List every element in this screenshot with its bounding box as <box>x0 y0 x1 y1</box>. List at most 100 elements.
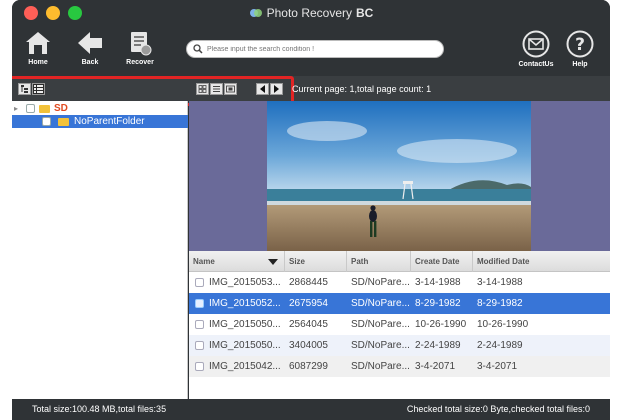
home-label: Home <box>28 59 48 66</box>
contact-us-button[interactable]: ContactUs <box>514 30 558 68</box>
recover-label: Recover <box>126 59 154 66</box>
column-path-label: Path <box>351 257 369 266</box>
page-info: Current page: 1,total page count: 1 <box>292 84 432 94</box>
grid-icon <box>198 85 207 93</box>
cell-modified: 8-29-1982 <box>477 298 523 309</box>
column-modified-date-label: Modified Date <box>477 257 530 266</box>
row-checkbox[interactable] <box>195 341 204 350</box>
cell-created: 3-14-1988 <box>415 277 461 288</box>
tree-node-child[interactable]: NoParentFolder <box>12 115 188 128</box>
toolbar: Home Back Recover Please input the searc… <box>12 26 610 76</box>
cell-modified: 2-24-1989 <box>477 340 523 351</box>
collapse-arrow-icon[interactable]: ▸ <box>14 102 18 115</box>
cell-created: 3-4-2071 <box>415 361 456 372</box>
row-checkbox[interactable] <box>195 320 204 329</box>
back-label: Back <box>81 59 99 66</box>
recover-icon <box>131 32 152 56</box>
column-name-label: Name <box>193 257 215 266</box>
tree-node-root[interactable]: ▸ SD <box>12 102 188 115</box>
child-label: NoParentFolder <box>74 116 145 127</box>
cell-modified: 3-4-2071 <box>477 361 518 372</box>
view-bar: Current page: 1,total page count: 1 <box>12 76 610 106</box>
cell-name: IMG_2015042... <box>209 361 281 372</box>
table-row[interactable]: IMG_2015050... 3404005 SD/NoPare... 2-24… <box>189 335 610 356</box>
cell-path: SD/NoPare... <box>351 298 410 309</box>
mail-icon <box>522 30 550 58</box>
tree-view-toggle-group <box>18 83 46 95</box>
cell-path: SD/NoPare... <box>351 340 410 351</box>
list-mode-button[interactable] <box>210 83 223 95</box>
app-logo-icon <box>249 9 262 17</box>
cell-created: 10-26-1990 <box>415 319 467 330</box>
row-checkbox[interactable] <box>195 362 204 371</box>
root-label: SD <box>54 103 68 114</box>
details-list-icon <box>213 86 220 92</box>
prev-arrow-icon <box>260 85 265 93</box>
status-bar: Total size:100.48 MB,total files:35 Chec… <box>12 399 610 420</box>
preview-mode-button[interactable] <box>224 83 237 95</box>
recover-button[interactable]: Recover <box>120 30 160 66</box>
root-checkbox[interactable] <box>26 104 35 113</box>
cell-size: 2564045 <box>289 319 328 330</box>
tree-view-button[interactable] <box>18 83 31 95</box>
cell-size: 6087299 <box>289 361 328 372</box>
table-row-selected[interactable]: IMG_2015052... 2675954 SD/NoPare... 8-29… <box>189 293 610 314</box>
display-mode-group <box>196 83 238 95</box>
folder-icon <box>58 118 69 126</box>
cell-modified: 10-26-1990 <box>477 319 529 330</box>
page-nav <box>256 83 284 95</box>
column-modified-date[interactable]: Modified Date <box>473 251 610 272</box>
preview-icon <box>226 85 235 93</box>
column-path[interactable]: Path <box>347 251 411 272</box>
cell-modified: 3-14-1988 <box>477 277 523 288</box>
cell-name: IMG_2015053... <box>209 277 281 288</box>
back-button[interactable]: Back <box>70 30 110 66</box>
contact-us-label: ContactUs <box>518 61 554 68</box>
cell-size: 2675954 <box>289 298 328 309</box>
beach-photo <box>267 101 531 251</box>
preview-pane <box>189 101 610 251</box>
file-table: Name Size Path Create Date Modified Date… <box>189 251 610 399</box>
status-checked: Checked total size:0 Byte,checked total … <box>406 404 590 414</box>
column-size[interactable]: Size <box>285 251 347 272</box>
grid-mode-button[interactable] <box>196 83 209 95</box>
search-icon <box>193 44 203 54</box>
help-button[interactable]: ? Help <box>560 30 600 68</box>
cell-name: IMG_2015050... <box>209 340 281 351</box>
cell-size: 3404005 <box>289 340 328 351</box>
tree-view-icon <box>21 85 28 93</box>
search-input[interactable] <box>207 43 437 55</box>
help-icon: ? <box>566 30 594 58</box>
column-size-label: Size <box>289 257 306 266</box>
svg-text:?: ? <box>575 35 585 55</box>
row-checkbox[interactable] <box>195 299 204 308</box>
folder-tree: ▸ SD NoParentFolder <box>12 101 188 399</box>
status-total: Total size:100.48 MB,total files:35 <box>32 404 167 414</box>
app-window: Photo Recovery BC Home Back Recover Plea… <box>12 0 610 420</box>
table-row[interactable]: IMG_2015053... 2868445 SD/NoPare... 3-14… <box>189 272 610 293</box>
cell-name: IMG_2015052... <box>209 298 281 309</box>
next-arrow-icon <box>274 85 279 93</box>
cell-name: IMG_2015050... <box>209 319 281 330</box>
sort-desc-icon <box>268 259 278 265</box>
home-icon <box>26 32 50 54</box>
table-row[interactable]: IMG_2015042... 6087299 SD/NoPare... 3-4-… <box>189 356 610 377</box>
cell-size: 2868445 <box>289 277 328 288</box>
search-box[interactable] <box>186 40 444 58</box>
list-view-button[interactable] <box>32 83 45 95</box>
cell-created: 2-24-1989 <box>415 340 461 351</box>
app-title-text: Photo Recovery <box>266 6 353 20</box>
row-checkbox[interactable] <box>195 278 204 287</box>
column-name[interactable]: Name <box>189 251 285 272</box>
back-arrow-icon <box>78 32 102 54</box>
cell-path: SD/NoPare... <box>351 361 410 372</box>
child-checkbox[interactable] <box>42 117 51 126</box>
photo-preview <box>267 101 531 251</box>
next-page-button[interactable] <box>270 83 283 95</box>
column-create-date-label: Create Date <box>415 257 460 266</box>
table-row[interactable]: IMG_2015050... 2564045 SD/NoPare... 10-2… <box>189 314 610 335</box>
home-button[interactable]: Home <box>18 30 58 66</box>
column-create-date[interactable]: Create Date <box>411 251 473 272</box>
table-header: Name Size Path Create Date Modified Date <box>189 251 610 272</box>
prev-page-button[interactable] <box>256 83 269 95</box>
